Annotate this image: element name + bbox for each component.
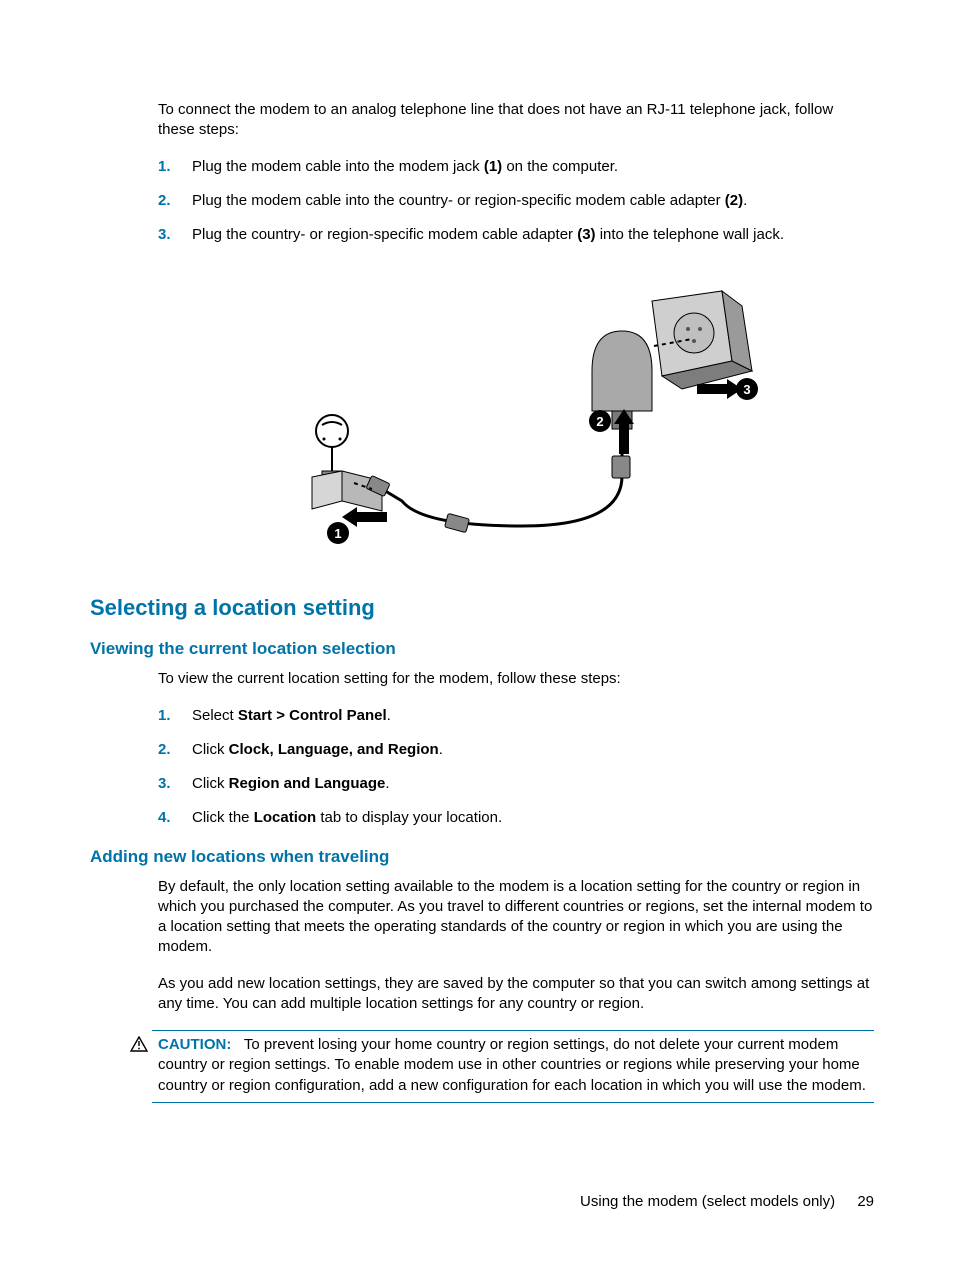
marker-2: 2 [596, 414, 603, 429]
list-item: 2. Plug the modem cable into the country… [158, 191, 874, 211]
caution-icon [130, 1030, 152, 1103]
marker-1: 1 [334, 526, 341, 541]
heading-adding-locations: Adding new locations when traveling [90, 847, 874, 867]
list-item: 1. Select Start > Control Panel. [158, 706, 874, 726]
document-page: To connect the modem to an analog teleph… [0, 0, 954, 1270]
modem-connection-illustration: 3 2 [170, 261, 874, 565]
steps-modem-connection: 1. Plug the modem cable into the modem j… [158, 157, 874, 246]
step-number: 2. [158, 191, 192, 211]
adding-paragraph-2: As you add new location settings, they a… [158, 974, 874, 1015]
step-text: Plug the modem cable into the country- o… [192, 191, 747, 211]
step-number: 1. [158, 706, 192, 726]
caution-box: CAUTION: To prevent losing your home cou… [130, 1030, 874, 1103]
step-text: Plug the modem cable into the modem jack… [192, 157, 618, 177]
step-number: 4. [158, 808, 192, 828]
adding-paragraph-1: By default, the only location setting av… [158, 877, 874, 958]
page-number: 29 [857, 1193, 874, 1210]
page-footer: Using the modem (select models only) 29 [580, 1193, 874, 1210]
step-text: Click the Location tab to display your l… [192, 808, 502, 828]
intro-paragraph: To connect the modem to an analog teleph… [158, 100, 874, 141]
step-text: Click Clock, Language, and Region. [192, 740, 443, 760]
step-number: 3. [158, 225, 192, 245]
view-intro: To view the current location setting for… [158, 669, 874, 689]
step-number: 2. [158, 740, 192, 760]
step-text: Select Start > Control Panel. [192, 706, 391, 726]
list-item: 4. Click the Location tab to display you… [158, 808, 874, 828]
steps-view-location: 1. Select Start > Control Panel. 2. Clic… [158, 706, 874, 829]
heading-selecting-location: Selecting a location setting [90, 595, 874, 621]
step-text: Plug the country- or region-specific mod… [192, 225, 784, 245]
list-item: 2. Click Clock, Language, and Region. [158, 740, 874, 760]
caution-label: CAUTION: [158, 1036, 231, 1053]
step-number: 3. [158, 774, 192, 794]
marker-3: 3 [743, 382, 750, 397]
heading-viewing-current-location: Viewing the current location selection [90, 639, 874, 659]
list-item: 3. Plug the country- or region-specific … [158, 225, 874, 245]
list-item: 1. Plug the modem cable into the modem j… [158, 157, 874, 177]
step-text: Click Region and Language. [192, 774, 390, 794]
caution-text: CAUTION: To prevent losing your home cou… [152, 1030, 874, 1103]
step-number: 1. [158, 157, 192, 177]
list-item: 3. Click Region and Language. [158, 774, 874, 794]
footer-section-title: Using the modem (select models only) [580, 1193, 835, 1210]
